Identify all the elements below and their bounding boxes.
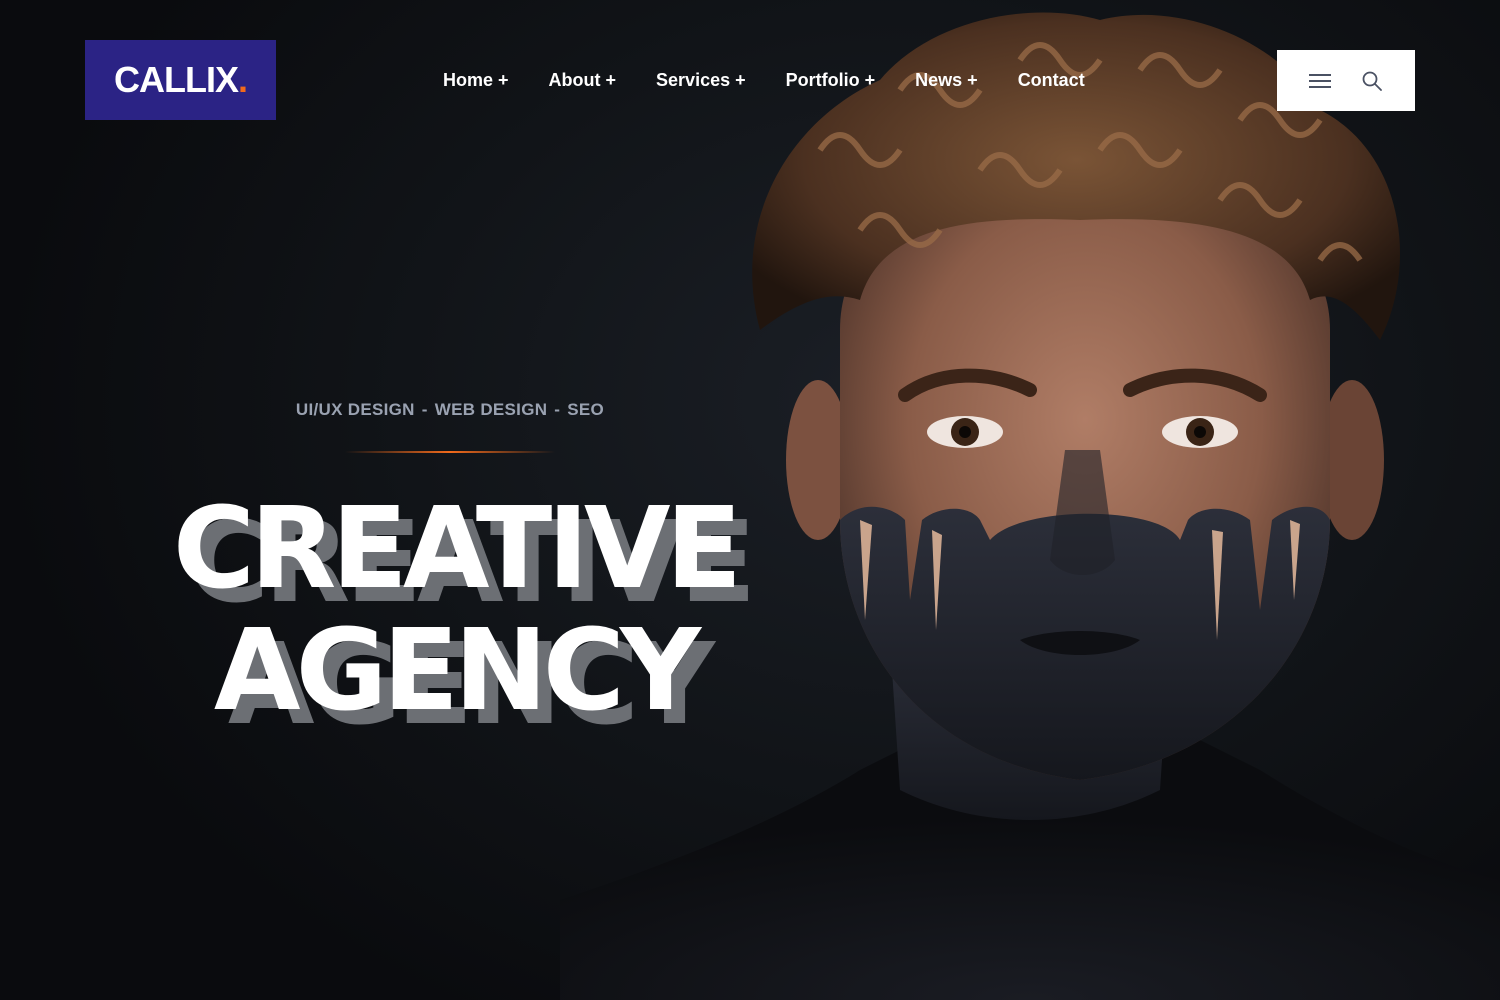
tagline-item-web-design: WEB DESIGN <box>434 400 548 419</box>
tagline-separator: - <box>554 400 561 419</box>
header-tools <box>1277 50 1415 111</box>
tagline-item-seo: SEO <box>567 400 605 419</box>
search-icon[interactable] <box>1359 68 1385 94</box>
nav-item-label: About <box>548 70 601 90</box>
nav-item-label: News <box>915 70 963 90</box>
hero-headline: CREATIVE AGENCY <box>100 488 810 732</box>
nav-item-label: Portfolio <box>785 70 860 90</box>
nav-item-news[interactable]: News + <box>915 66 978 94</box>
nav-item-home[interactable]: Home + <box>443 66 509 94</box>
tagline-item-uiux: UI/UX DESIGN <box>295 400 415 419</box>
nav-expand-icon: + <box>735 70 746 90</box>
brand-logo[interactable]: CALLIX. <box>85 40 276 120</box>
nav-expand-icon: + <box>498 70 509 90</box>
headline-line-1: CREATIVE <box>172 484 742 614</box>
headline-line-2: AGENCY <box>213 606 701 736</box>
hero-tagline: UI/UX DESIGN - WEB DESIGN - SEO <box>150 400 750 420</box>
nav-item-label: Contact <box>1017 70 1085 90</box>
nav-item-portfolio[interactable]: Portfolio + <box>786 66 876 94</box>
tagline-separator: - <box>421 400 428 419</box>
main-navigation: Home + About + Services + Portfolio + News + … <box>443 66 1085 94</box>
nav-item-label: Home <box>443 70 494 90</box>
nav-expand-icon: + <box>605 70 617 90</box>
tagline-divider <box>345 451 555 453</box>
brand-logo-text: CALLIX <box>113 59 239 100</box>
hamburger-menu-icon[interactable] <box>1307 68 1333 94</box>
nav-expand-icon: + <box>864 70 876 90</box>
nav-item-contact[interactable]: Contact <box>1018 66 1085 94</box>
hero-section: CALLIX. Home + About + Services + Portfolio… <box>0 0 1500 1000</box>
nav-expand-icon: + <box>967 70 978 90</box>
brand-logo-dot: . <box>237 59 248 100</box>
nav-item-label: Services <box>656 70 731 90</box>
nav-item-services[interactable]: Services + <box>656 66 746 94</box>
nav-item-about[interactable]: About + <box>549 66 617 94</box>
